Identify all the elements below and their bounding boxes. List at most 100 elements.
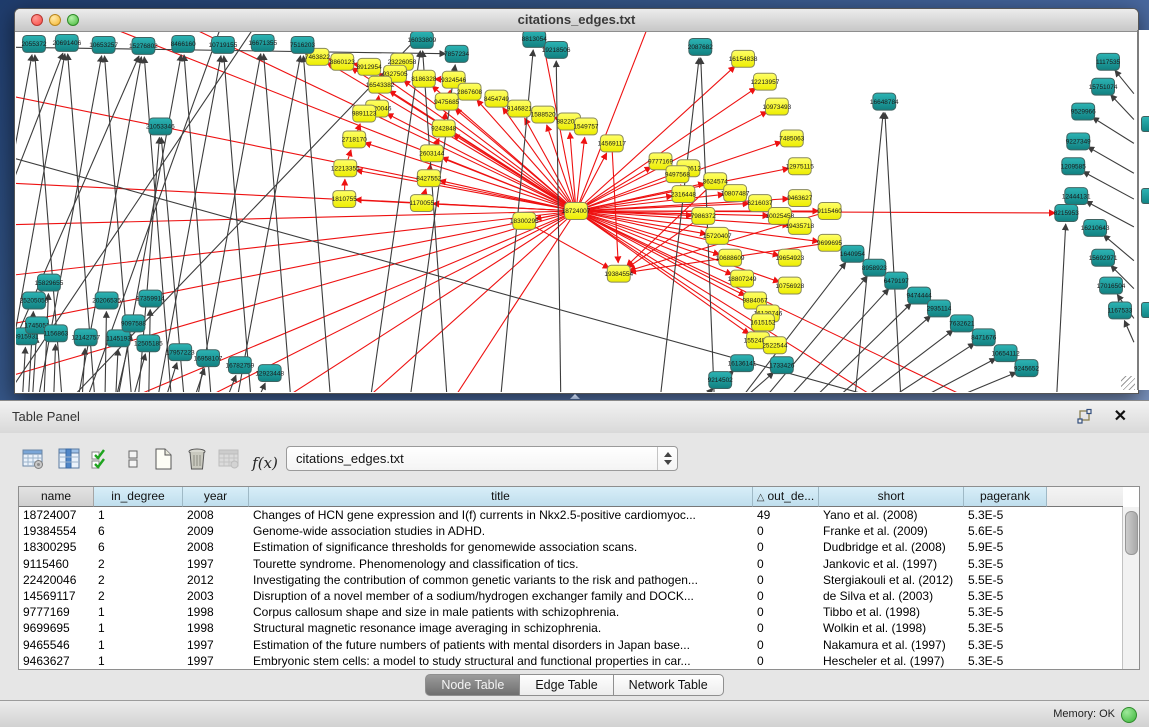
node[interactable]: 10719155: [209, 36, 238, 53]
selected-node[interactable]: 16154838: [729, 50, 758, 67]
node[interactable]: 8471676: [971, 329, 997, 346]
table-selector-combobox[interactable]: citations_edges.txt: [286, 446, 678, 471]
table-row[interactable]: 946362711997Embryonic stem cells: a mode…: [19, 653, 1123, 669]
node[interactable]: 8466160: [171, 35, 197, 52]
function-builder-button[interactable]: f(x): [248, 449, 282, 477]
select-all-button[interactable]: [88, 445, 114, 473]
selected-node[interactable]: 10756928: [775, 277, 804, 294]
tab-network-table[interactable]: Network Table: [614, 674, 724, 696]
node[interactable]: 9245652: [1014, 360, 1040, 377]
panel-splitter-handle[interactable]: [570, 394, 580, 399]
selected-node[interactable]: 1549757: [573, 118, 599, 135]
node[interactable]: 17957223: [166, 344, 195, 361]
selected-node[interactable]: 18807249: [728, 270, 757, 287]
node[interactable]: 20206535: [92, 292, 121, 309]
column-header-short[interactable]: short: [819, 487, 964, 507]
column-header-out_de[interactable]: △out_de...: [753, 487, 819, 507]
node[interactable]: 2055372: [21, 35, 47, 52]
scrollbar-thumb[interactable]: [1125, 511, 1138, 555]
tab-edge-table[interactable]: Edge Table: [520, 674, 613, 696]
table-row[interactable]: 1830029562008Estimation of significance …: [19, 539, 1123, 555]
selected-node[interactable]: 2316448: [671, 186, 697, 203]
selected-node[interactable]: 2867608: [457, 83, 483, 100]
node[interactable]: 17359914: [136, 290, 165, 307]
selected-node[interactable]: 19384554: [604, 265, 633, 282]
table-row[interactable]: 1938455462009Genome-wide association stu…: [19, 523, 1123, 539]
selected-node[interactable]: 14569117: [598, 135, 627, 152]
selected-node[interactable]: 9115460: [817, 203, 842, 220]
table-settings-button[interactable]: [20, 445, 46, 473]
node[interactable]: 12923448: [255, 365, 284, 382]
table-row[interactable]: 969969511998Structural magnetic resonanc…: [19, 620, 1123, 636]
delete-table-button[interactable]: [184, 445, 210, 473]
show-columns-button[interactable]: [56, 445, 82, 473]
node[interactable]: 15692971: [1089, 249, 1118, 266]
node[interactable]: 16958107: [194, 350, 223, 367]
selected-node[interactable]: 9497568: [665, 166, 691, 183]
node[interactable]: 12444131: [1062, 188, 1091, 205]
table-vertical-scrollbar[interactable]: [1122, 507, 1139, 669]
column-header-in_degree[interactable]: in_degree: [94, 487, 183, 507]
new-file-button[interactable]: [150, 445, 176, 473]
column-pair-button[interactable]: [120, 445, 146, 473]
node[interactable]: 10654112: [991, 345, 1020, 362]
selected-node[interactable]: 8860123: [330, 53, 356, 70]
selected-node[interactable]: 2718170: [342, 131, 368, 148]
selected-node[interactable]: 9146821: [507, 100, 533, 117]
node[interactable]: 7516203: [290, 36, 316, 53]
node[interactable]: 8215953: [1054, 205, 1080, 222]
selected-node[interactable]: 7986372: [691, 208, 717, 225]
selected-node[interactable]: 2603144: [419, 145, 445, 162]
selected-node[interactable]: 8427552: [416, 170, 442, 187]
column-header-year[interactable]: year: [183, 487, 249, 507]
node[interactable]: 1167533: [1108, 302, 1133, 319]
node[interactable]: 9097588: [121, 315, 147, 332]
node[interactable]: 16782759: [226, 357, 255, 374]
column-header-title[interactable]: title: [249, 487, 753, 507]
background-network-window[interactable]: [1137, 30, 1149, 390]
node[interactable]: 12505185: [134, 335, 163, 352]
node[interactable]: 2087682: [688, 38, 714, 55]
selected-node[interactable]: 12975115: [786, 158, 815, 175]
selected-node[interactable]: 16543382: [366, 76, 395, 93]
node[interactable]: 12142757: [71, 329, 100, 346]
node[interactable]: 17016504: [1097, 277, 1126, 294]
node[interactable]: 15829655: [35, 274, 64, 291]
table-row[interactable]: 1456911722003Disruption of a novel membe…: [19, 588, 1123, 604]
selected-node[interactable]: 7485063: [779, 130, 805, 147]
selected-node[interactable]: 10973493: [763, 98, 792, 115]
selected-node[interactable]: 12213355: [331, 160, 360, 177]
node[interactable]: 7632621: [949, 315, 975, 332]
network-canvas[interactable]: 1872400774638228860123891295423226058932…: [16, 32, 1137, 392]
selected-node[interactable]: 10688609: [716, 249, 745, 266]
tab-node-table[interactable]: Node Table: [425, 674, 520, 696]
node[interactable]: 20691406: [52, 34, 81, 51]
close-panel-icon[interactable]: ✕: [1114, 406, 1127, 426]
selected-node[interactable]: 1588520: [531, 106, 557, 123]
node[interactable]: 1640954: [840, 245, 866, 262]
node[interactable]: 16671355: [248, 34, 277, 51]
node[interactable]: 8813054: [522, 32, 548, 47]
node[interactable]: 16136141: [728, 355, 757, 372]
table-row[interactable]: 1872400712008Changes of HCN gene express…: [19, 507, 1123, 523]
selected-node[interactable]: 9463627: [787, 190, 813, 207]
selected-node[interactable]: 15720407: [703, 227, 732, 244]
selected-node[interactable]: 10807487: [721, 185, 750, 202]
node[interactable]: 1145193: [106, 330, 131, 347]
node[interactable]: 2935114: [927, 300, 952, 317]
table-row[interactable]: 946554611997Estimation of the future num…: [19, 637, 1123, 653]
node[interactable]: 15751074: [1089, 78, 1118, 95]
selected-node[interactable]: 18300295: [510, 212, 539, 229]
selected-node[interactable]: 2522544: [762, 337, 788, 354]
node[interactable]: 9227349: [1066, 133, 1092, 150]
node[interactable]: 19218506: [542, 41, 571, 58]
selected-node[interactable]: 8454749: [484, 90, 510, 107]
node[interactable]: 9529966: [1071, 103, 1097, 120]
selected-node[interactable]: 18724007: [562, 203, 591, 220]
node[interactable]: 1117535: [1096, 53, 1121, 70]
selected-node[interactable]: 8912954: [357, 58, 383, 75]
selected-node[interactable]: 9699695: [817, 234, 843, 251]
node[interactable]: 16648784: [870, 93, 899, 110]
selected-node[interactable]: 1615152: [750, 314, 776, 331]
selected-node[interactable]: 1810755: [332, 191, 358, 208]
